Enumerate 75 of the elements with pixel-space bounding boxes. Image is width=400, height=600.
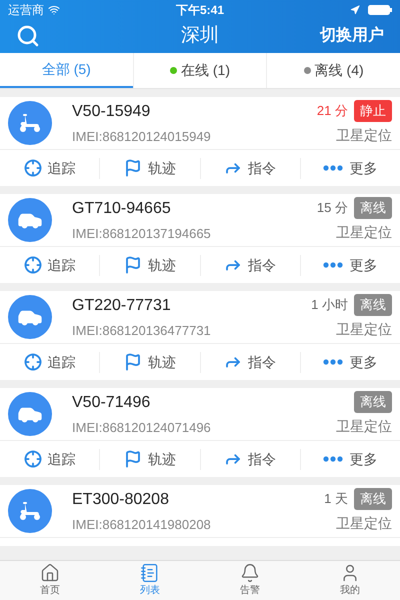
status-badge: 离线 [354, 391, 392, 413]
home-icon [40, 563, 60, 583]
location-type: 卫星定位 [336, 126, 392, 145]
vehicle-card[interactable]: GT220-77731 IMEI:868120136477731 1 小时 离线 卫星定位 追踪 轨迹 指令 更多 [0, 291, 400, 380]
action-button[interactable]: 指令 [200, 352, 300, 372]
action-button[interactable]: 轨迹 [99, 158, 200, 178]
action-button[interactable]: 追踪 [0, 254, 100, 276]
tab-bar-item[interactable]: 我的 [300, 561, 400, 600]
imei-text: IMEI:868120136477731 [72, 322, 212, 340]
status-badge: 离线 [354, 488, 392, 510]
action-button[interactable]: 指令 [200, 158, 300, 178]
action-button[interactable]: 指令 [200, 448, 300, 470]
imei-text: IMEI:868120141980208 [72, 516, 212, 534]
flag-icon [124, 450, 142, 468]
imei-text: IMEI:868120137194665 [72, 224, 212, 243]
elapsed-time: 15 分 [316, 199, 348, 218]
filter-tab[interactable]: 在线 (1) [132, 53, 266, 88]
action-button[interactable]: 轨迹 [99, 254, 200, 276]
status-badge: 静止 [354, 100, 392, 122]
action-button[interactable]: 追踪 [0, 448, 100, 470]
tab-bar-item[interactable]: 首页 [0, 561, 100, 600]
notebook-icon [140, 563, 160, 583]
vehicle-name: V50-15949 [72, 102, 152, 122]
city-title: 深圳 [181, 24, 219, 48]
scooter-icon [17, 112, 43, 134]
vehicle-name: GT220-77731 [72, 296, 172, 316]
clock: 下午5:41 [176, 2, 224, 19]
action-button[interactable]: 追踪 [0, 158, 100, 178]
status-badge: 离线 [354, 197, 392, 219]
action-button[interactable]: 追踪 [0, 352, 100, 372]
action-button[interactable]: 轨迹 [99, 448, 200, 470]
elapsed-time: 21 分 [316, 102, 348, 120]
tab-bar-item[interactable]: 告警 [200, 561, 300, 600]
imei-text: IMEI:868120124071496 [72, 418, 212, 437]
more-icon [323, 262, 344, 268]
crosshair-icon [24, 159, 42, 177]
crosshair-icon [24, 450, 42, 468]
vehicle-card[interactable]: V50-15949 IMEI:868120124015949 21 分 静止 卫星定位 追踪 轨迹 指令 更多 [0, 97, 400, 186]
filter-tab[interactable]: 离线 (4) [266, 53, 400, 88]
elapsed-time: 1 天 [324, 490, 348, 508]
flag-icon [124, 159, 142, 177]
flag-icon [124, 353, 142, 371]
elapsed-time: 1 小时 [311, 296, 348, 314]
vehicle-name: V50-71496 [72, 392, 152, 413]
more-icon [323, 456, 344, 462]
action-button[interactable]: 指令 [200, 254, 300, 276]
action-button[interactable]: 更多 [300, 158, 400, 178]
status-badge: 离线 [354, 294, 392, 316]
battery-icon [368, 5, 392, 15]
location-type: 卫星定位 [336, 222, 392, 242]
carrier-label: 运营商 [8, 2, 44, 19]
imei-text: IMEI:868120124015949 [72, 128, 212, 146]
more-icon [323, 359, 344, 365]
vehicle-name: ET300-80208 [72, 490, 170, 510]
crosshair-icon [24, 256, 42, 274]
location-type: 卫星定位 [336, 514, 392, 533]
scooter-icon [17, 500, 43, 522]
search-icon [16, 24, 40, 48]
crosshair-icon [24, 353, 42, 371]
bell-icon [240, 563, 260, 583]
vehicle-card[interactable]: ET300-80208 IMEI:868120141980208 1 天 离线 卫星定位 [0, 485, 400, 546]
vehicle-card[interactable]: V50-71496 IMEI:868120124071496 离线 卫星定位 追踪 轨迹 指令 更多 [0, 388, 400, 477]
switch-user-button[interactable]: 切换用户 [320, 24, 384, 48]
action-button[interactable]: 更多 [300, 448, 400, 470]
location-type: 卫星定位 [336, 416, 392, 436]
action-button[interactable]: 更多 [300, 352, 400, 372]
filter-tab[interactable]: 全部 (5) [0, 53, 133, 88]
flag-icon [124, 256, 142, 274]
action-button[interactable]: 轨迹 [99, 352, 200, 372]
vehicle-name: GT710-94665 [72, 198, 172, 219]
location-arrow-icon [350, 5, 360, 15]
location-type: 卫星定位 [336, 320, 392, 339]
more-icon [323, 165, 344, 171]
action-button[interactable]: 更多 [300, 254, 400, 276]
vehicle-card[interactable]: GT710-94665 IMEI:868120137194665 15 分 离线 卫星定位 追踪 轨迹 指令 更多 [0, 194, 400, 283]
